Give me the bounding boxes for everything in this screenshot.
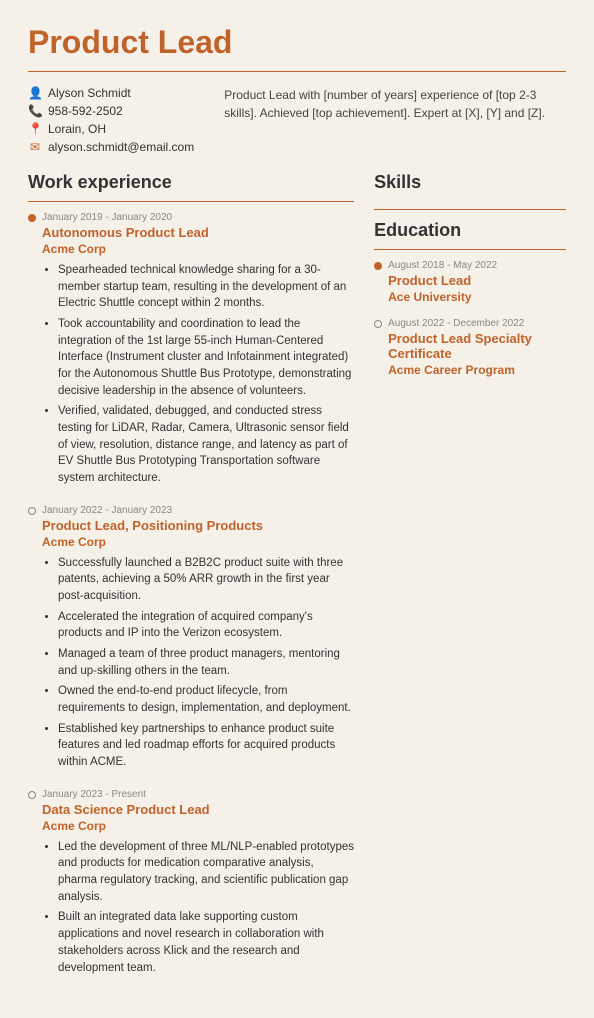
resume-page: Product Lead 👤 Alyson Schmidt 📞 958-592-… bbox=[0, 0, 594, 1018]
contact-name-item: 👤 Alyson Schmidt bbox=[28, 86, 194, 100]
email-icon: ✉ bbox=[28, 140, 42, 154]
person-icon: 👤 bbox=[28, 86, 42, 100]
job-bullets-2: Led the development of three ML/NLP-enab… bbox=[42, 839, 354, 976]
job-entry-0: January 2019 - January 2020 Autonomous Pr… bbox=[28, 212, 354, 487]
job-bullet-0-2: Verified, validated, debugged, and condu… bbox=[58, 403, 354, 486]
edu-school-0: Ace University bbox=[388, 290, 566, 304]
job-bullet-1-1: Accelerated the integration of acquired … bbox=[58, 609, 354, 642]
job-bullet-1-2: Managed a team of three product managers… bbox=[58, 646, 354, 679]
job-bullets-0: Spearheaded technical knowledge sharing … bbox=[42, 262, 354, 487]
job-bullet-2-0: Led the development of three ML/NLP-enab… bbox=[58, 839, 354, 906]
skills-heading: Skills bbox=[374, 172, 566, 193]
edu-dot-1 bbox=[374, 320, 382, 328]
edu-school-1: Acme Career Program bbox=[388, 363, 566, 377]
job-dot-2 bbox=[28, 791, 36, 799]
job-bullet-0-0: Spearheaded technical knowledge sharing … bbox=[58, 262, 354, 312]
right-column: Skills Education August 2018 - May 2022 P… bbox=[374, 172, 566, 994]
education-list: August 2018 - May 2022 Product Lead Ace Un… bbox=[374, 260, 566, 377]
location-icon: 📍 bbox=[28, 122, 42, 136]
work-experience-divider bbox=[28, 201, 354, 202]
job-company-1: Acme Corp bbox=[42, 535, 354, 549]
job-bullet-0-1: Took accountability and coordination to … bbox=[58, 316, 354, 399]
contact-info: 👤 Alyson Schmidt 📞 958-592-2502 📍 Lorain… bbox=[28, 86, 194, 154]
job-dot-1 bbox=[28, 507, 36, 515]
job-bullet-1-4: Established key partnerships to enhance … bbox=[58, 721, 354, 771]
edu-date-1: August 2022 - December 2022 bbox=[388, 318, 566, 329]
job-bullet-2-1: Built an integrated data lake supporting… bbox=[58, 909, 354, 976]
summary-text: Product Lead with [number of years] expe… bbox=[224, 86, 566, 154]
job-dot-0 bbox=[28, 214, 36, 222]
job-company-0: Acme Corp bbox=[42, 242, 354, 256]
job-bullets-1: Successfully launched a B2B2C product su… bbox=[42, 555, 354, 771]
job-bullet-1-0: Successfully launched a B2B2C product su… bbox=[58, 555, 354, 605]
job-date-1: January 2022 - January 2023 bbox=[42, 505, 354, 516]
education-section: Education August 2018 - May 2022 Product … bbox=[374, 220, 566, 377]
contact-name: Alyson Schmidt bbox=[48, 86, 131, 100]
job-title-0: Autonomous Product Lead bbox=[42, 225, 354, 240]
jobs-list: January 2019 - January 2020 Autonomous Pr… bbox=[28, 212, 354, 976]
job-title-2: Data Science Product Lead bbox=[42, 802, 354, 817]
job-company-2: Acme Corp bbox=[42, 819, 354, 833]
main-content: Work experience January 2019 - January 2… bbox=[28, 172, 566, 994]
edu-entry-0: August 2018 - May 2022 Product Lead Ace Un… bbox=[374, 260, 566, 304]
education-heading: Education bbox=[374, 220, 566, 241]
contact-location: Lorain, OH bbox=[48, 122, 106, 136]
page-title: Product Lead bbox=[28, 24, 566, 61]
skills-divider bbox=[374, 209, 566, 210]
edu-degree-1: Product Lead Specialty Certificate bbox=[388, 331, 566, 361]
work-experience-heading: Work experience bbox=[28, 172, 354, 193]
contact-location-item: 📍 Lorain, OH bbox=[28, 122, 194, 136]
contact-phone-item: 📞 958-592-2502 bbox=[28, 104, 194, 118]
job-entry-1: January 2022 - January 2023 Product Lead,… bbox=[28, 505, 354, 771]
job-date-2: January 2023 - Present bbox=[42, 789, 354, 800]
job-date-0: January 2019 - January 2020 bbox=[42, 212, 354, 223]
contact-email-item: ✉ alyson.schmidt@email.com bbox=[28, 140, 194, 154]
title-divider bbox=[28, 71, 566, 72]
contact-summary-section: 👤 Alyson Schmidt 📞 958-592-2502 📍 Lorain… bbox=[28, 86, 566, 154]
edu-entry-1: August 2022 - December 2022 Product Lead … bbox=[374, 318, 566, 377]
education-divider bbox=[374, 249, 566, 250]
contact-phone: 958-592-2502 bbox=[48, 104, 123, 118]
job-entry-2: January 2023 - Present Data Science Produ… bbox=[28, 789, 354, 976]
job-title-1: Product Lead, Positioning Products bbox=[42, 518, 354, 533]
phone-icon: 📞 bbox=[28, 104, 42, 118]
left-column: Work experience January 2019 - January 2… bbox=[28, 172, 354, 994]
edu-degree-0: Product Lead bbox=[388, 273, 566, 288]
contact-email: alyson.schmidt@email.com bbox=[48, 140, 194, 154]
edu-dot-0 bbox=[374, 262, 382, 270]
job-bullet-1-3: Owned the end-to-end product lifecycle, … bbox=[58, 683, 354, 716]
edu-date-0: August 2018 - May 2022 bbox=[388, 260, 566, 271]
